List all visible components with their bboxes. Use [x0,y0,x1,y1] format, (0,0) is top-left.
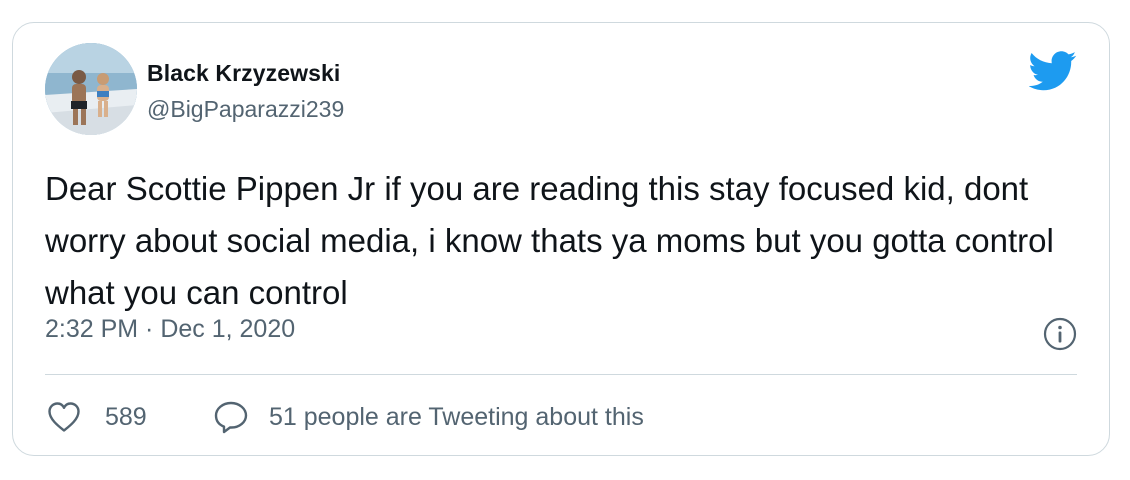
tweet-card[interactable]: Black Krzyzewski @BigPaparazzi239 Dear S… [12,22,1110,456]
avatar[interactable] [45,43,137,135]
twitter-bird-icon[interactable] [1029,51,1077,91]
author-display-name[interactable]: Black Krzyzewski [147,60,340,87]
like-button[interactable]: 589 [47,399,147,435]
avatar-photo [45,43,137,135]
divider [45,374,1077,375]
author-handle[interactable]: @BigPaparazzi239 [147,96,344,123]
tweet-timestamp[interactable]: 2:32 PM · Dec 1, 2020 [45,315,295,344]
tweet-text: Dear Scottie Pippen Jr if you are readin… [45,170,1054,311]
info-icon[interactable] [1043,317,1077,351]
conversation-label: 51 people are Tweeting about this [269,402,644,431]
heart-icon [48,402,80,432]
speech-bubble-icon [214,401,248,434]
conversation-link[interactable]: 51 people are Tweeting about this [213,399,644,435]
like-count: 589 [105,402,147,431]
